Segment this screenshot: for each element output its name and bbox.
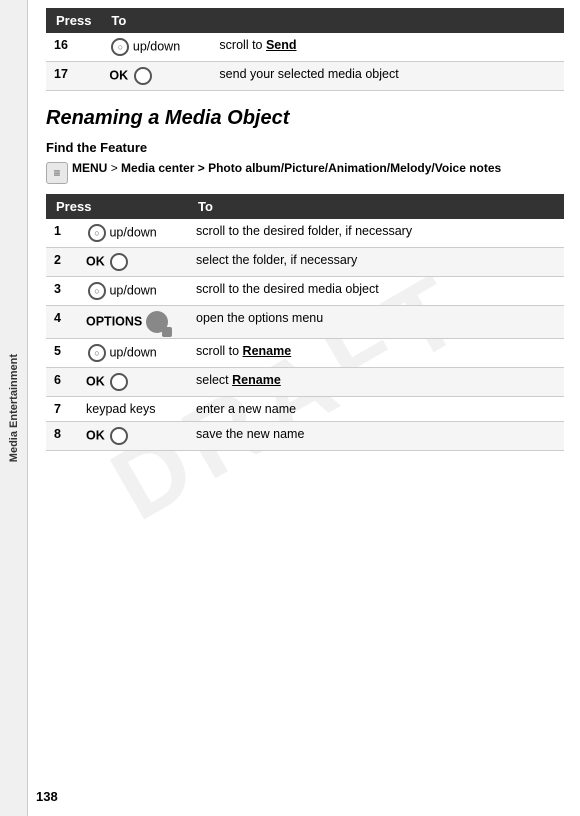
top-header-press: Press <box>46 8 101 33</box>
ok-label: OK <box>86 428 105 442</box>
row-num: 6 <box>46 368 78 397</box>
ok-label: OK <box>86 374 105 388</box>
send-label: Send <box>266 38 297 52</box>
section-title: Renaming a Media Object <box>46 107 564 130</box>
table-row: 6 OK select Rename <box>46 368 564 397</box>
ok-icon <box>110 253 128 271</box>
to-cell: scroll to Send <box>211 33 564 62</box>
table-row: 2 OK select the folder, if necessary <box>46 248 564 277</box>
row-num: 4 <box>46 306 78 339</box>
nav-icon: ○ <box>111 38 129 56</box>
menu-arrow: > <box>111 161 121 175</box>
menu-path-block: MENU > Media center > Photo album/Pictur… <box>46 161 564 184</box>
to-cell: select the folder, if necessary <box>188 248 564 277</box>
main-content: Press To 16 ○ up/down scroll to Send <box>30 0 580 816</box>
rename-label: Rename <box>243 344 292 358</box>
table-row: 16 ○ up/down scroll to Send <box>46 33 564 62</box>
subsection-title: Find the Feature <box>46 140 564 155</box>
press-cell: ○ up/down <box>78 339 188 368</box>
press-cell: ○ up/down <box>78 277 188 306</box>
table-row: 7 keypad keys enter a new name <box>46 397 564 422</box>
press-cell: OPTIONS <box>78 306 188 339</box>
press-cell: keypad keys <box>78 397 188 422</box>
sidebar: Media Entertainment <box>0 0 28 816</box>
sidebar-label: Media Entertainment <box>8 346 20 470</box>
main-header-to: To <box>188 194 564 219</box>
to-cell: select Rename <box>188 368 564 397</box>
press-label: keypad keys <box>86 402 155 416</box>
top-table: Press To 16 ○ up/down scroll to Send <box>46 8 564 91</box>
main-header-press: Press <box>46 194 188 219</box>
ok-label: OK <box>86 254 105 268</box>
row-num: 8 <box>46 422 78 451</box>
press-label: up/down <box>109 345 156 359</box>
press-cell: ○ up/down <box>101 33 211 62</box>
menu-icon <box>46 162 68 184</box>
press-cell: OK <box>101 62 211 91</box>
ok-icon <box>110 427 128 445</box>
menu-label: MENU <box>72 161 107 175</box>
to-cell: scroll to the desired folder, if necessa… <box>188 219 564 248</box>
to-cell: enter a new name <box>188 397 564 422</box>
to-cell: save the new name <box>188 422 564 451</box>
row-num: 2 <box>46 248 78 277</box>
nav-icon: ○ <box>88 344 106 362</box>
row-num: 3 <box>46 277 78 306</box>
ok-label: OK <box>109 68 128 82</box>
press-label: up/down <box>133 39 180 53</box>
row-num: 17 <box>46 62 101 91</box>
rename-label: Rename <box>232 373 281 387</box>
ok-icon <box>134 67 152 85</box>
options-icon <box>146 311 168 333</box>
press-cell: ○ up/down <box>78 219 188 248</box>
press-label: up/down <box>109 283 156 297</box>
row-num: 1 <box>46 219 78 248</box>
table-row: 5○ up/downscroll to Rename <box>46 339 564 368</box>
row-num: 5 <box>46 339 78 368</box>
table-row: 3○ up/downscroll to the desired media ob… <box>46 277 564 306</box>
menu-path-text: MENU > Media center > Photo album/Pictur… <box>72 161 501 175</box>
table-row: 4 OPTIONS open the options menu <box>46 306 564 339</box>
table-row: 17 OK send your selected media object <box>46 62 564 91</box>
table-row: 1○ up/downscroll to the desired folder, … <box>46 219 564 248</box>
to-cell: send your selected media object <box>211 62 564 91</box>
menu-path: Media center > Photo album/Picture/Anima… <box>121 161 501 175</box>
row-num: 7 <box>46 397 78 422</box>
options-label: OPTIONS <box>86 314 142 328</box>
press-label: up/down <box>109 225 156 239</box>
row-num: 16 <box>46 33 101 62</box>
press-cell: OK <box>78 368 188 397</box>
top-header-to: To <box>101 8 564 33</box>
table-row: 8 OK save the new name <box>46 422 564 451</box>
main-table: Press To 1○ up/downscroll to the desired… <box>46 194 564 451</box>
nav-icon: ○ <box>88 224 106 242</box>
press-cell: OK <box>78 248 188 277</box>
ok-icon <box>110 373 128 391</box>
nav-icon: ○ <box>88 282 106 300</box>
top-table-wrapper: Press To 16 ○ up/down scroll to Send <box>46 8 564 91</box>
to-cell: open the options menu <box>188 306 564 339</box>
press-cell: OK <box>78 422 188 451</box>
to-cell: scroll to Rename <box>188 339 564 368</box>
to-cell: scroll to the desired media object <box>188 277 564 306</box>
